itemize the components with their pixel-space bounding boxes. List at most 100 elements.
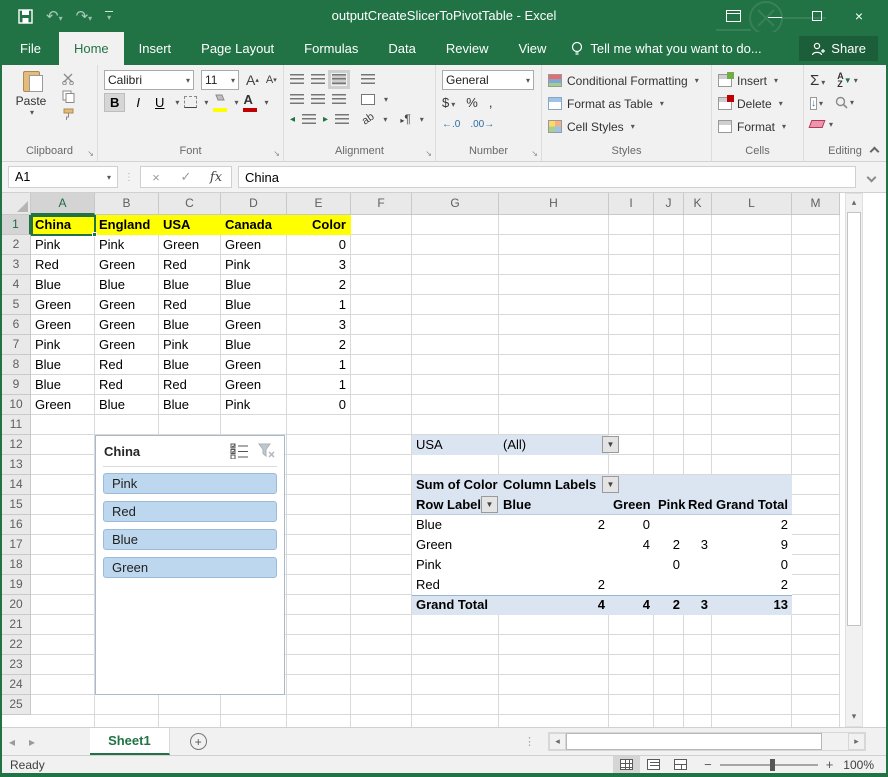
cell[interactable]: Green <box>31 315 95 335</box>
cell[interactable]: Green <box>31 295 95 315</box>
row-header[interactable]: 18 <box>2 555 31 575</box>
cell[interactable]: Red <box>159 295 221 315</box>
borders-button[interactable] <box>184 96 197 108</box>
cell[interactable]: Blue <box>221 295 287 315</box>
tab-view[interactable]: View <box>503 32 561 65</box>
scroll-down-arrow[interactable]: ▾ <box>846 708 862 726</box>
align-top-button[interactable] <box>290 74 304 85</box>
row-header[interactable]: 12 <box>2 435 31 455</box>
row-header[interactable]: 15 <box>2 495 31 515</box>
cell[interactable]: Green <box>95 315 159 335</box>
cell[interactable]: Green <box>221 235 287 255</box>
tab-page-layout[interactable]: Page Layout <box>186 32 289 65</box>
cell[interactable]: Red <box>95 355 159 375</box>
decrease-indent-icon[interactable]: ◂ <box>290 114 295 125</box>
row-header[interactable]: 24 <box>2 675 31 695</box>
row-header[interactable]: 11 <box>2 415 31 435</box>
underline-button[interactable]: U <box>151 94 168 111</box>
tab-data[interactable]: Data <box>373 32 430 65</box>
pivot-col-header[interactable]: Pink <box>654 495 684 515</box>
fill-button[interactable]: ↓▾ <box>810 94 823 110</box>
cell[interactable]: Blue <box>95 395 159 415</box>
tell-me-box[interactable]: Tell me what you want to do... <box>561 32 771 65</box>
pivot-value[interactable]: 2 <box>712 515 792 535</box>
page-break-view-button[interactable] <box>667 756 694 774</box>
cell[interactable]: Green <box>95 335 159 355</box>
pivot-filter-value[interactable]: (All) <box>499 435 609 455</box>
pivot-row-label[interactable]: Blue <box>412 515 499 535</box>
pivot-col-header[interactable]: Red <box>684 495 712 515</box>
pivot-value[interactable]: 2 <box>654 595 684 615</box>
align-bottom-button[interactable] <box>332 74 346 85</box>
col-header-M[interactable]: M <box>792 193 840 215</box>
slicer-item-green[interactable]: Green <box>103 557 277 578</box>
horizontal-scroll-thumb[interactable] <box>566 733 822 750</box>
vertical-scrollbar[interactable]: ▴ ▾ <box>845 193 863 727</box>
col-header-K[interactable]: K <box>684 193 712 215</box>
clear-filter-icon[interactable] <box>258 443 276 459</box>
bold-button[interactable]: B <box>104 93 125 112</box>
cell[interactable]: Red <box>159 375 221 395</box>
delete-cells-button[interactable]: Delete▾ <box>718 92 799 115</box>
cell[interactable]: Blue <box>95 275 159 295</box>
tab-formulas[interactable]: Formulas <box>289 32 373 65</box>
pivot-value[interactable]: 2 <box>654 535 684 555</box>
row-header[interactable]: 7 <box>2 335 31 355</box>
row-header[interactable]: 1 <box>2 215 31 235</box>
normal-view-button[interactable] <box>613 756 640 774</box>
format-painter-button[interactable] <box>60 107 76 122</box>
row-header[interactable]: 22 <box>2 635 31 655</box>
formula-bar-splitter[interactable]: ⋮ <box>124 172 134 183</box>
orientation-button[interactable]: ab <box>360 111 377 128</box>
increase-indent-icon[interactable]: ▸ <box>323 114 328 125</box>
align-middle-button[interactable] <box>311 74 325 85</box>
cell-D1[interactable]: Canada <box>221 215 287 235</box>
align-center-button[interactable] <box>311 94 325 105</box>
slicer-item-red[interactable]: Red <box>103 501 277 522</box>
cell[interactable]: Pink <box>31 235 95 255</box>
col-header-A[interactable]: A <box>31 193 95 215</box>
row-header[interactable]: 21 <box>2 615 31 635</box>
row-header[interactable]: 2 <box>2 235 31 255</box>
col-header-E[interactable]: E <box>287 193 351 215</box>
row-header[interactable]: 25 <box>2 695 31 715</box>
insert-cells-button[interactable]: Insert▾ <box>718 69 799 92</box>
cell[interactable]: Blue <box>159 275 221 295</box>
pivot-filter-dropdown[interactable]: ▼ <box>602 436 619 453</box>
fill-color-button[interactable] <box>213 92 227 112</box>
slicer-item-pink[interactable]: Pink <box>103 473 277 494</box>
wrap-text-button[interactable] <box>361 74 375 85</box>
new-sheet-button[interactable]: + <box>190 733 207 750</box>
cell[interactable]: 0 <box>287 395 351 415</box>
pivot-value[interactable] <box>499 535 609 555</box>
shrink-font-button[interactable]: A▾ <box>266 74 277 86</box>
pivot-value[interactable] <box>609 575 654 595</box>
row-header[interactable]: 6 <box>2 315 31 335</box>
row-header[interactable]: 9 <box>2 375 31 395</box>
cell[interactable]: Green <box>221 315 287 335</box>
number-dialog-launcher[interactable]: ↘ <box>531 149 538 158</box>
scroll-right-arrow[interactable]: ▸ <box>848 733 865 750</box>
col-header-D[interactable]: D <box>221 193 287 215</box>
pivot-value[interactable] <box>684 555 712 575</box>
pivot-value[interactable]: 0 <box>654 555 684 575</box>
cell[interactable]: Green <box>221 375 287 395</box>
pivot-column-labels-dropdown[interactable]: ▼ <box>602 476 619 493</box>
pivot-value[interactable]: 3 <box>684 535 712 555</box>
select-all-corner[interactable] <box>2 193 31 215</box>
col-header-J[interactable]: J <box>654 193 684 215</box>
increase-indent-button[interactable] <box>335 114 349 125</box>
pivot-value[interactable]: 4 <box>609 595 654 615</box>
cell[interactable]: Green <box>95 255 159 275</box>
pivot-col-header[interactable]: Green <box>609 495 654 515</box>
col-header-H[interactable]: H <box>499 193 609 215</box>
next-sheet-button[interactable]: ▸ <box>22 735 42 749</box>
cell[interactable]: Blue <box>31 375 95 395</box>
formula-input[interactable]: China <box>238 166 856 188</box>
sort-filter-button[interactable]: AZ ▼▾ <box>837 72 857 88</box>
grow-font-button[interactable]: A▴ <box>246 72 259 88</box>
row-header[interactable]: 3 <box>2 255 31 275</box>
clipboard-dialog-launcher[interactable]: ↘ <box>87 149 94 158</box>
col-header-G[interactable]: G <box>412 193 499 215</box>
insert-function-button[interactable]: fx <box>201 170 231 185</box>
